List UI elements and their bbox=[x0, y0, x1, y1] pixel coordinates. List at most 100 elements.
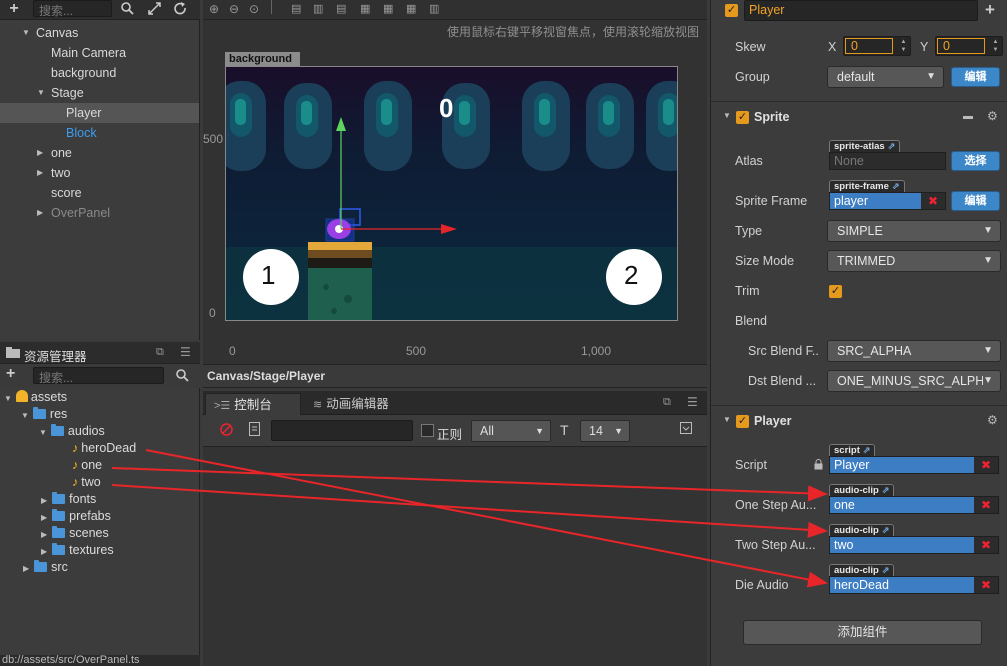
search-icon[interactable] bbox=[176, 369, 189, 382]
tree-item-overpanel[interactable]: ▶ OverPanel bbox=[0, 203, 199, 223]
one-step-audio-field[interactable]: one ✖ bbox=[829, 496, 999, 514]
collapsed-arrow-icon[interactable]: ▶ bbox=[37, 203, 43, 223]
align-top-icon[interactable]: ▦ bbox=[360, 2, 370, 15]
collapsed-arrow-icon[interactable]: ▶ bbox=[41, 530, 47, 539]
help-book-icon[interactable]: ▬ bbox=[963, 111, 973, 122]
font-size-select[interactable]: 14 ▼ bbox=[580, 420, 630, 442]
align-bottom-icon[interactable]: ▦ bbox=[406, 2, 416, 15]
button-one-label[interactable]: 1 bbox=[261, 260, 275, 291]
maximize-icon[interactable]: ⧉ bbox=[663, 396, 671, 409]
clear-icon[interactable]: ✖ bbox=[921, 193, 945, 209]
clear-icon[interactable]: ✖ bbox=[974, 537, 998, 553]
tree-item-background[interactable]: background bbox=[0, 63, 199, 83]
src-blend-dropdown[interactable]: SRC_ALPHA ▼ bbox=[827, 340, 1001, 362]
gear-icon[interactable]: ⚙ bbox=[987, 109, 998, 123]
skew-y-field[interactable]: 0 ▲ ▼ bbox=[935, 36, 1003, 56]
asset-item-one[interactable]: ♪ one bbox=[72, 457, 102, 474]
zoom-out-icon[interactable]: ⊖ bbox=[229, 2, 239, 16]
two-step-audio-field[interactable]: two ✖ bbox=[829, 536, 999, 554]
add-component-button[interactable]: 添加组件 bbox=[743, 620, 982, 645]
sprite-frame-field[interactable]: player ✖ bbox=[829, 192, 946, 210]
collapsed-arrow-icon[interactable]: ▶ bbox=[37, 163, 43, 183]
asset-item-assets[interactable]: ▼ assets bbox=[4, 389, 67, 406]
expanded-arrow-icon[interactable]: ▼ bbox=[4, 394, 12, 403]
expanded-arrow-icon[interactable]: ▼ bbox=[723, 415, 731, 424]
clear-icon[interactable]: ✖ bbox=[974, 497, 998, 513]
assets-search-input[interactable]: 搜索... bbox=[33, 367, 164, 385]
button-two-label[interactable]: 2 bbox=[624, 260, 638, 291]
align-center-icon[interactable]: ▥ bbox=[313, 2, 323, 15]
expanded-arrow-icon[interactable]: ▼ bbox=[39, 428, 47, 437]
tree-item-one[interactable]: ▶ one bbox=[0, 143, 199, 163]
sprite-section-header[interactable]: ▼ ✓ Sprite ▬ ⚙ bbox=[711, 108, 1007, 130]
expanded-arrow-icon[interactable]: ▼ bbox=[37, 83, 45, 103]
die-audio-field[interactable]: heroDead ✖ bbox=[829, 576, 999, 594]
zoom-in-icon[interactable]: ⊕ bbox=[209, 2, 219, 16]
tree-item-two[interactable]: ▶ two bbox=[0, 163, 199, 183]
collapsed-arrow-icon[interactable]: ▶ bbox=[41, 547, 47, 556]
node-name-input[interactable]: Player bbox=[744, 0, 978, 21]
align-left-icon[interactable]: ▤ bbox=[291, 2, 301, 15]
asset-item-res[interactable]: ▼ res bbox=[21, 406, 67, 423]
regex-checkbox[interactable] bbox=[421, 424, 434, 437]
gear-icon[interactable]: ⚙ bbox=[987, 413, 998, 427]
zoom-reset-icon[interactable]: ⊙ bbox=[249, 2, 259, 16]
tab-animation-editor[interactable]: ≋ 动画编辑器 bbox=[305, 393, 405, 415]
console-filter-input[interactable] bbox=[271, 420, 413, 441]
size-mode-dropdown[interactable]: TRIMMED ▼ bbox=[827, 250, 1001, 272]
tab-console[interactable]: >☰ 控制台 bbox=[205, 393, 301, 415]
tree-item-main-camera[interactable]: Main Camera bbox=[0, 43, 199, 63]
align-middle-icon[interactable]: ▦ bbox=[383, 2, 393, 15]
node-active-checkbox[interactable]: ✓ bbox=[725, 4, 738, 17]
clear-icon[interactable]: ✖ bbox=[974, 457, 998, 473]
collapsed-arrow-icon[interactable]: ▶ bbox=[41, 513, 47, 522]
tree-item-canvas[interactable]: ▼ Canvas bbox=[0, 23, 199, 43]
player-section-header[interactable]: ▼ ✓ Player ⚙ bbox=[711, 412, 1007, 434]
expanded-arrow-icon[interactable]: ▼ bbox=[21, 411, 29, 420]
maximize-icon[interactable]: ⧉ bbox=[156, 346, 164, 359]
edit-sprite-frame-button[interactable]: 编辑 bbox=[951, 191, 1000, 211]
atlas-field[interactable]: None bbox=[829, 152, 946, 170]
tree-item-stage[interactable]: ▼ Stage bbox=[0, 83, 199, 103]
log-file-icon[interactable] bbox=[249, 422, 260, 436]
tree-item-block[interactable]: Block bbox=[0, 123, 199, 143]
menu-icon[interactable]: ☰ bbox=[687, 395, 698, 409]
skew-x-value[interactable]: 0 bbox=[845, 38, 893, 54]
spinner-icon[interactable]: ▲ ▼ bbox=[991, 38, 1000, 54]
asset-item-prefabs[interactable]: ▶ prefabs bbox=[41, 508, 111, 525]
spinner-icon[interactable]: ▲ ▼ bbox=[899, 38, 908, 54]
type-dropdown[interactable]: SIMPLE ▼ bbox=[827, 220, 1001, 242]
add-icon[interactable]: + bbox=[985, 0, 995, 20]
asset-item-two[interactable]: ♪ two bbox=[72, 474, 101, 491]
dst-blend-dropdown[interactable]: ONE_MINUS_SRC_ALPHA ▼ bbox=[827, 370, 1001, 392]
select-atlas-button[interactable]: 选择 bbox=[951, 151, 1000, 171]
add-icon[interactable]: + bbox=[6, 0, 22, 17]
align-right-icon[interactable]: ▤ bbox=[336, 2, 346, 15]
menu-icon[interactable]: ☰ bbox=[180, 345, 191, 359]
trim-checkbox[interactable]: ✓ bbox=[829, 285, 842, 298]
collapse-icon[interactable] bbox=[680, 422, 692, 434]
refresh-icon[interactable] bbox=[174, 2, 187, 15]
clear-icon[interactable] bbox=[220, 423, 233, 436]
asset-item-audios[interactable]: ▼ audios bbox=[39, 423, 105, 440]
script-field[interactable]: Player ✖ bbox=[829, 456, 999, 474]
tree-item-player[interactable]: Player bbox=[0, 103, 199, 123]
asset-item-herodead[interactable]: ♪ heroDead bbox=[72, 440, 136, 457]
game-canvas[interactable]: 0 1 2 bbox=[225, 66, 678, 321]
asset-item-fonts[interactable]: ▶ fonts bbox=[41, 491, 96, 508]
skew-y-value[interactable]: 0 bbox=[937, 38, 985, 54]
clear-icon[interactable]: ✖ bbox=[974, 577, 998, 593]
group-dropdown[interactable]: default ▼ bbox=[827, 66, 944, 88]
distribute-icon[interactable]: ▥ bbox=[429, 2, 439, 15]
tree-item-score[interactable]: score bbox=[0, 183, 199, 203]
player-enabled-checkbox[interactable]: ✓ bbox=[736, 415, 749, 428]
collapsed-arrow-icon[interactable]: ▶ bbox=[23, 564, 29, 573]
expanded-arrow-icon[interactable]: ▼ bbox=[723, 111, 731, 120]
expanded-arrow-icon[interactable]: ▼ bbox=[22, 23, 30, 43]
sprite-enabled-checkbox[interactable]: ✓ bbox=[736, 111, 749, 124]
asset-item-textures[interactable]: ▶ textures bbox=[41, 542, 114, 559]
collapsed-arrow-icon[interactable]: ▶ bbox=[37, 143, 43, 163]
asset-item-src[interactable]: ▶ src bbox=[23, 559, 68, 576]
edit-group-button[interactable]: 编辑 bbox=[951, 67, 1000, 87]
hierarchy-search-input[interactable]: 搜索... bbox=[33, 0, 112, 18]
